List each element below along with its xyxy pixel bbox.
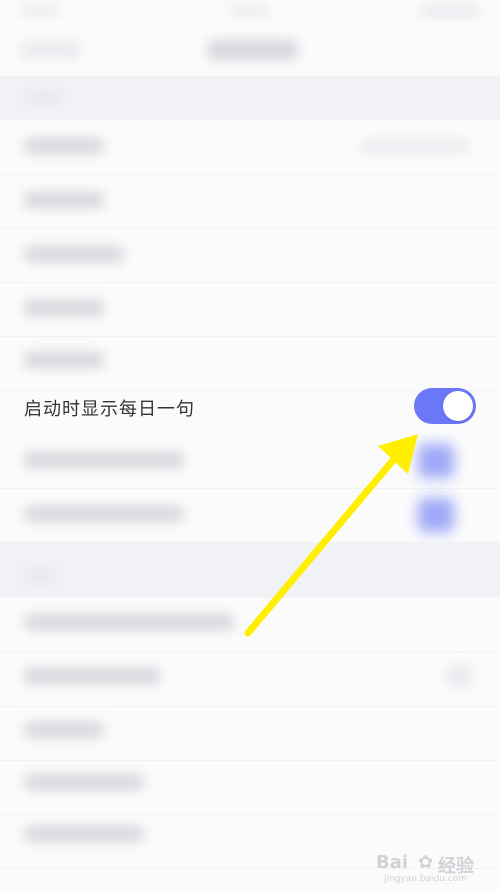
settings-row[interactable] <box>0 282 500 337</box>
status-bar <box>0 0 500 22</box>
row-label <box>24 138 104 154</box>
row-toggle[interactable] <box>418 498 454 532</box>
nav-bar <box>0 22 500 76</box>
row-label <box>24 246 124 262</box>
row-label <box>24 192 104 208</box>
row-label <box>24 614 234 630</box>
settings-row[interactable] <box>0 120 500 175</box>
paw-icon: ✿ <box>418 852 434 873</box>
row-label <box>24 722 104 738</box>
watermark-url: jingyan.baidu.com <box>384 874 468 884</box>
row-label <box>24 826 144 842</box>
settings-row[interactable] <box>0 706 500 761</box>
back-button[interactable] <box>20 42 80 58</box>
row-label <box>24 352 104 368</box>
row-label <box>24 774 144 790</box>
section-title-2 <box>22 570 58 582</box>
row-toggle[interactable] <box>418 444 454 478</box>
row-value <box>446 666 472 686</box>
settings-page: 启动时显示每日一句 <box>0 0 500 890</box>
settings-row[interactable] <box>0 228 500 283</box>
watermark-brand: Bai <box>376 852 409 873</box>
row-label <box>24 452 184 468</box>
status-time <box>20 6 60 16</box>
settings-row[interactable] <box>0 174 500 229</box>
section-header-1 <box>0 76 500 120</box>
baidu-watermark: Bai ✿ 经验 jingyan.baidu.com <box>376 852 486 886</box>
status-battery <box>420 5 480 17</box>
settings-row[interactable] <box>0 652 500 707</box>
row-label <box>24 668 160 684</box>
row-label <box>24 506 184 522</box>
settings-row[interactable] <box>0 760 500 815</box>
settings-row[interactable] <box>0 598 500 653</box>
section-header-2 <box>0 542 500 598</box>
show-daily-quote-label: 启动时显示每日一句 <box>24 399 195 420</box>
section-title-1 <box>22 91 62 103</box>
settings-row[interactable] <box>0 434 500 489</box>
page-title <box>208 40 298 60</box>
settings-row[interactable] <box>0 488 500 543</box>
status-center <box>230 6 270 16</box>
row-label <box>24 300 104 316</box>
row-value <box>360 140 470 152</box>
show-daily-quote-toggle[interactable] <box>414 388 476 424</box>
toggle-knob <box>443 391 473 421</box>
